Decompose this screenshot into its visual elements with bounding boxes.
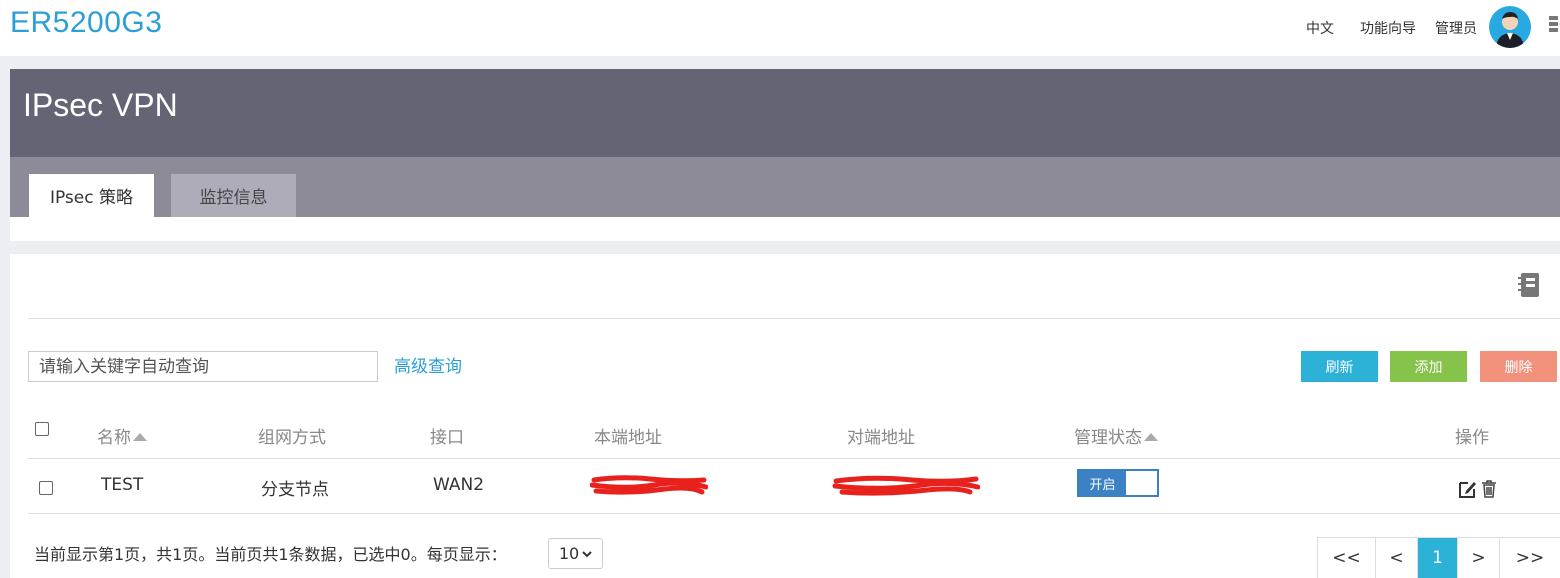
page-size-value: 10 [558,544,580,563]
col-network-mode: 组网方式 [258,428,326,448]
admin-state-toggle[interactable]: 开启 [1077,469,1159,497]
col-name-label: 名称 [97,428,131,448]
tab-monitor-info[interactable]: 监控信息 [171,174,296,217]
pagination-summary: 当前显示第1页，共1页。当前页共1条数据，已选中0。每页显示： [34,545,507,564]
redacted-remote-address [832,475,980,496]
tab-ipsec-policy[interactable]: IPsec 策略 [29,174,154,217]
user-menu[interactable]: 管理员 [1435,18,1477,38]
prev-page-button[interactable]: < [1376,538,1418,578]
last-page-button[interactable]: >> [1500,538,1560,578]
main-panel: 高级查询 刷新 添加 删除 名称 组网方式 接口 本端地址 对端地址 管理状态 … [10,254,1560,578]
add-button[interactable]: 添加 [1390,351,1467,382]
page-size-select[interactable]: 10 [548,538,603,569]
search-input[interactable] [28,351,378,382]
chevron-down-icon [582,550,592,557]
edit-icon[interactable] [1458,479,1478,499]
sort-asc-icon[interactable] [1144,433,1158,441]
col-remote-address: 对端地址 [847,428,915,448]
tab-bar: IPsec 策略 监控信息 [10,157,1560,217]
header-divider [28,458,1560,459]
toggle-on-label: 开启 [1079,471,1126,495]
redacted-local-address [590,475,708,495]
page-header: IPsec VPN [10,69,1560,157]
row-network-mode: 分支节点 [261,480,329,500]
page-title: IPsec VPN [23,87,178,123]
more-menu-icon[interactable] [1549,16,1560,38]
language-switch[interactable]: 中文 [1306,18,1334,38]
brand-logo: ER5200G3 [10,6,163,39]
select-all-checkbox[interactable] [35,422,49,436]
delete-button[interactable]: 删除 [1480,351,1557,382]
user-avatar-icon [1496,12,1524,48]
sort-asc-icon[interactable] [133,433,147,441]
row-name: TEST [101,475,144,495]
refresh-button[interactable]: 刷新 [1301,351,1378,382]
row-interface: WAN2 [433,475,485,495]
avatar[interactable] [1489,6,1531,48]
col-admin-state[interactable]: 管理状态 [1074,423,1158,448]
wizard-link[interactable]: 功能向导 [1360,18,1416,38]
tab-content-strip [10,217,1560,241]
notebook-icon[interactable] [1517,271,1541,299]
advanced-query-link[interactable]: 高级查询 [394,352,462,377]
col-interface: 接口 [430,428,464,448]
next-page-button[interactable]: > [1458,538,1500,578]
top-bar: ER5200G3 中文 功能向导 管理员 [0,0,1560,56]
col-admin-state-label: 管理状态 [1074,428,1142,448]
col-local-address: 本端地址 [594,428,662,448]
row-checkbox[interactable] [39,481,53,495]
pagination: << < 1 > >> [1317,537,1560,578]
row-divider [28,513,1560,514]
divider [28,318,1560,319]
first-page-button[interactable]: << [1318,538,1376,578]
col-name[interactable]: 名称 [97,423,147,448]
col-actions: 操作 [1455,428,1489,448]
page-1-button[interactable]: 1 [1418,538,1458,578]
delete-icon[interactable] [1479,479,1499,499]
